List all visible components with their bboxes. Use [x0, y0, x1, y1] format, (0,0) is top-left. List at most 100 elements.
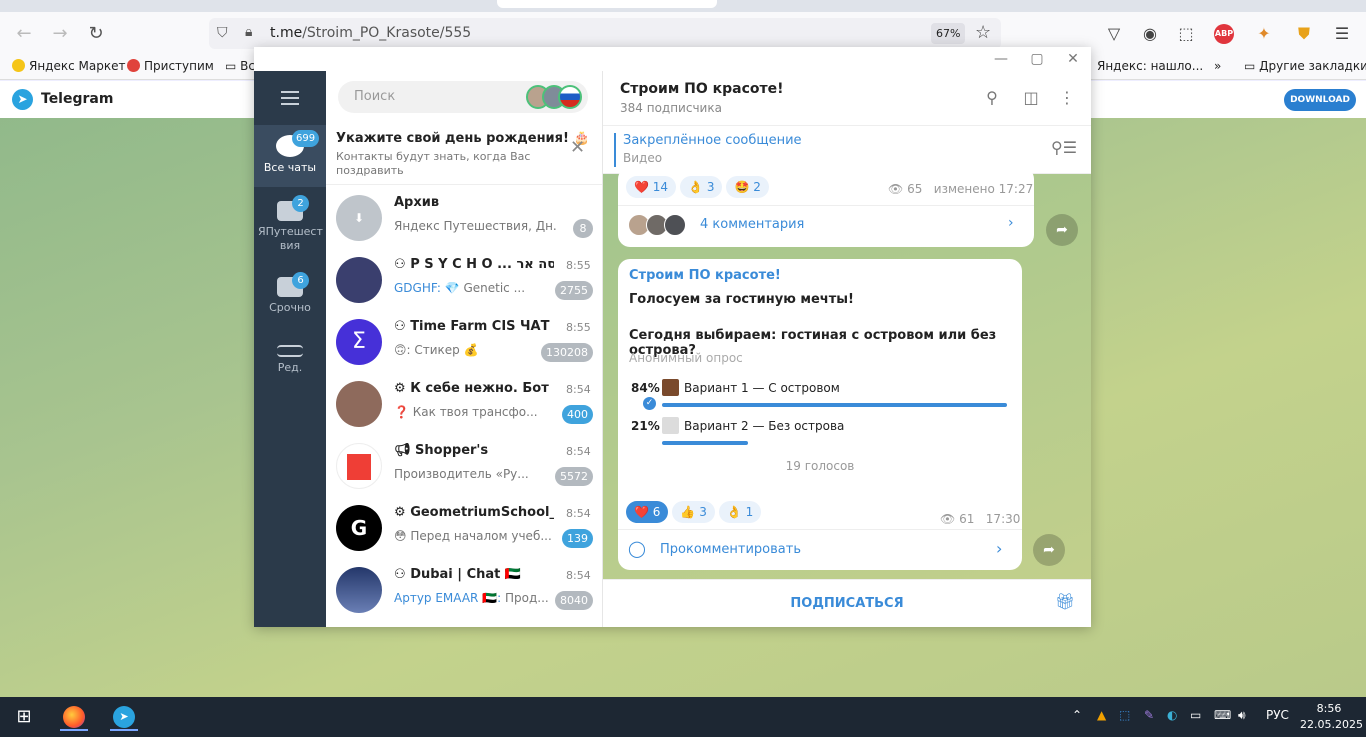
avatar: [336, 567, 382, 613]
close-window-icon[interactable]: ✕: [1058, 49, 1088, 69]
windows-taskbar: ⊞ ➤ ⌃ ▲ ⬚ ✎ ◐ ▭ ⌨ 🔊︎ РУС 8:56 22.05.2025: [0, 697, 1366, 737]
gift-icon[interactable]: 🎁︎: [1055, 592, 1075, 611]
unread-badge: 400: [562, 405, 593, 424]
bookmark-folder[interactable]: ▭ Вс: [225, 59, 255, 73]
chat-row[interactable]: G ⚙ GeometriumSchool_Bot 8:54 😳 Перед на…: [326, 497, 602, 559]
reload-icon[interactable]: ↻: [84, 22, 108, 46]
poll-option-2[interactable]: 21% Вариант 2 — Без острова: [629, 417, 1009, 449]
view-count: 65: [907, 182, 923, 196]
message-author[interactable]: Строим ПО красоте!: [629, 268, 781, 283]
chat-name: ⚙ GeometriumSchool_Bot: [394, 505, 554, 520]
volume-icon[interactable]: 🔊︎: [1238, 708, 1246, 723]
folder-label: Ред.: [277, 361, 303, 374]
folder-travel[interactable]: 2 ЯПутешест вия: [254, 191, 326, 261]
back-icon[interactable]: ←: [12, 22, 36, 46]
snip-icon[interactable]: ⬚: [1119, 708, 1130, 722]
share-icon[interactable]: ➦: [1046, 214, 1078, 246]
maximize-icon[interactable]: ▢: [1022, 49, 1052, 69]
unread-badge: 2755: [555, 281, 593, 300]
reactions: ❤️ 14 👌 3 🤩 2: [626, 176, 773, 198]
account-icon[interactable]: ◉: [1138, 22, 1162, 46]
lock-icon[interactable]: 🔒︎: [245, 24, 252, 40]
url-text[interactable]: t.me/Stroim_PO_Krasote/555: [270, 25, 471, 41]
shield-icon[interactable]: ⛉: [217, 25, 228, 41]
extension-icon[interactable]: ✦: [1252, 22, 1276, 46]
chat-row[interactable]: ⚙ К себе нежно. Бот по... 8:54 ❓ Как тво…: [326, 373, 602, 435]
stories-avatars[interactable]: [526, 85, 586, 109]
share-icon[interactable]: ➦: [1033, 534, 1065, 566]
close-icon[interactable]: ✕: [570, 137, 585, 158]
reaction-heart[interactable]: ❤️ 14: [626, 176, 677, 198]
menu-icon[interactable]: ☰: [1330, 22, 1354, 46]
bookmark-yandex[interactable]: Яндекс: нашло...: [1097, 59, 1203, 73]
tray-expand-icon[interactable]: ⌃: [1072, 708, 1082, 722]
chat-row[interactable]: ⚇ Dubai | Chat 🇦🇪 8:54 Артур EMAAR 🇦🇪: П…: [326, 559, 602, 621]
folder-badge: 2: [292, 195, 309, 212]
chat-name-text: P S Y C H O ... פריסה אר: [410, 257, 554, 272]
chat-row[interactable]: ⚇ P S Y C H O ... פריסה אר 8:55 GDGHF: 💎…: [326, 249, 602, 311]
reaction-heart[interactable]: ❤️ 6: [626, 501, 669, 523]
chat-preview: GDGHF: 💎 Genetic ...: [394, 281, 558, 295]
adblock-icon[interactable]: ABP: [1214, 24, 1234, 44]
forward-icon[interactable]: →: [48, 22, 72, 46]
download-button[interactable]: DOWNLOAD: [1284, 89, 1356, 111]
hamburger-menu-icon[interactable]: [281, 91, 299, 109]
edge-icon[interactable]: ◐: [1167, 708, 1177, 722]
comments-link[interactable]: 4 комментария ›: [628, 213, 1024, 239]
clock[interactable]: 8:56 22.05.2025: [1300, 701, 1363, 733]
pinned-list-icon[interactable]: ⚲☰: [1051, 138, 1077, 157]
pen-icon[interactable]: ✎: [1144, 708, 1154, 722]
reaction-ok[interactable]: 👌 1: [718, 501, 762, 523]
subscribe-button[interactable]: ПОДПИСАТЬСЯ: [603, 596, 1091, 611]
more-options-icon[interactable]: ⋮: [1056, 87, 1078, 109]
sidebar-toggle-icon[interactable]: ◫: [1020, 87, 1042, 109]
folder-edit[interactable]: Ред.: [254, 331, 326, 393]
bookmarks-overflow-icon[interactable]: »: [1214, 59, 1221, 73]
option-thumbnail: [662, 379, 679, 396]
tab-strip: [0, 0, 1366, 12]
network-icon[interactable]: ⌨: [1214, 708, 1231, 722]
reaction-ok[interactable]: 👌 3: [680, 176, 723, 198]
extensions-icon[interactable]: ⬚: [1174, 22, 1198, 46]
chat-name: ⚇ P S Y C H O ... פריסה אר: [394, 257, 554, 272]
folder-all-chats[interactable]: 699 Все чаты: [254, 125, 326, 187]
bookmark-yandex-market[interactable]: Яндекс Маркет: [12, 59, 125, 73]
poll-option-1[interactable]: 84% Вариант 1 — С островом ✓: [629, 379, 1009, 411]
reaction-count: 1: [745, 505, 754, 519]
search-input[interactable]: Поиск: [338, 81, 588, 113]
shield-extension-icon[interactable]: ⛊: [1292, 22, 1316, 46]
active-tab[interactable]: [497, 0, 717, 8]
pocket-icon[interactable]: ▽: [1102, 22, 1126, 46]
language-indicator[interactable]: РУС: [1266, 708, 1289, 722]
chat-row[interactable]: Σ ⚇ Time Farm CIS ЧАТ 8:55 🙃: Стикер 💰 1…: [326, 311, 602, 373]
avatar: G: [336, 505, 382, 551]
tg-brand: Telegram: [41, 91, 114, 107]
chat-row-archive[interactable]: ⬇ Архив Яндекс Путешествия, Дн... 8: [326, 187, 602, 249]
chat-name: ⚇ Dubai | Chat 🇦🇪: [394, 567, 554, 582]
chat-preview-text: 💎 Genetic ...: [440, 281, 526, 295]
comment-button[interactable]: ◯ Прокомментировать ›: [628, 539, 1012, 563]
bookmark-pristupim[interactable]: Приступим: [127, 59, 214, 73]
bookmark-star-icon[interactable]: ☆: [975, 22, 991, 43]
story-avatar[interactable]: [558, 85, 582, 109]
poll-message: Строим ПО красоте! Голосуем за гостиную …: [618, 259, 1022, 570]
birthday-banner[interactable]: Укажите свой день рождения! 🎂 Контакты б…: [326, 125, 602, 185]
folder-label: Срочно: [269, 301, 311, 314]
folder-urgent[interactable]: 6 Срочно: [254, 267, 326, 329]
unread-badge: 5572: [555, 467, 593, 486]
tray-app-icon[interactable]: ▲: [1097, 708, 1106, 722]
search-icon[interactable]: ⚲: [981, 87, 1003, 109]
chat-row[interactable]: 📢︎ Shopper's 8:54 Производитель «Ру... 5…: [326, 435, 602, 497]
address-bar[interactable]: ⛉ 🔒︎ t.me/Stroim_PO_Krasote/555 67% ☆: [209, 18, 1001, 49]
firefox-taskbar-icon[interactable]: [60, 703, 88, 731]
reaction-star-eyes[interactable]: 🤩 2: [726, 176, 769, 198]
comment-icon: ◯: [628, 539, 646, 558]
chat-header[interactable]: Строим ПО красоте! 384 подписчика ⚲ ◫ ⋮: [603, 71, 1091, 126]
battery-icon[interactable]: ▭: [1190, 708, 1201, 722]
windows-start-icon[interactable]: ⊞: [10, 703, 38, 731]
reaction-thumbs-up[interactable]: 👍 3: [672, 501, 715, 523]
telegram-taskbar-icon[interactable]: ➤: [110, 703, 138, 731]
zoom-indicator[interactable]: 67%: [931, 23, 966, 44]
minimize-icon[interactable]: —: [986, 49, 1016, 69]
bookmark-other[interactable]: ▭ Другие закладки: [1244, 59, 1366, 73]
